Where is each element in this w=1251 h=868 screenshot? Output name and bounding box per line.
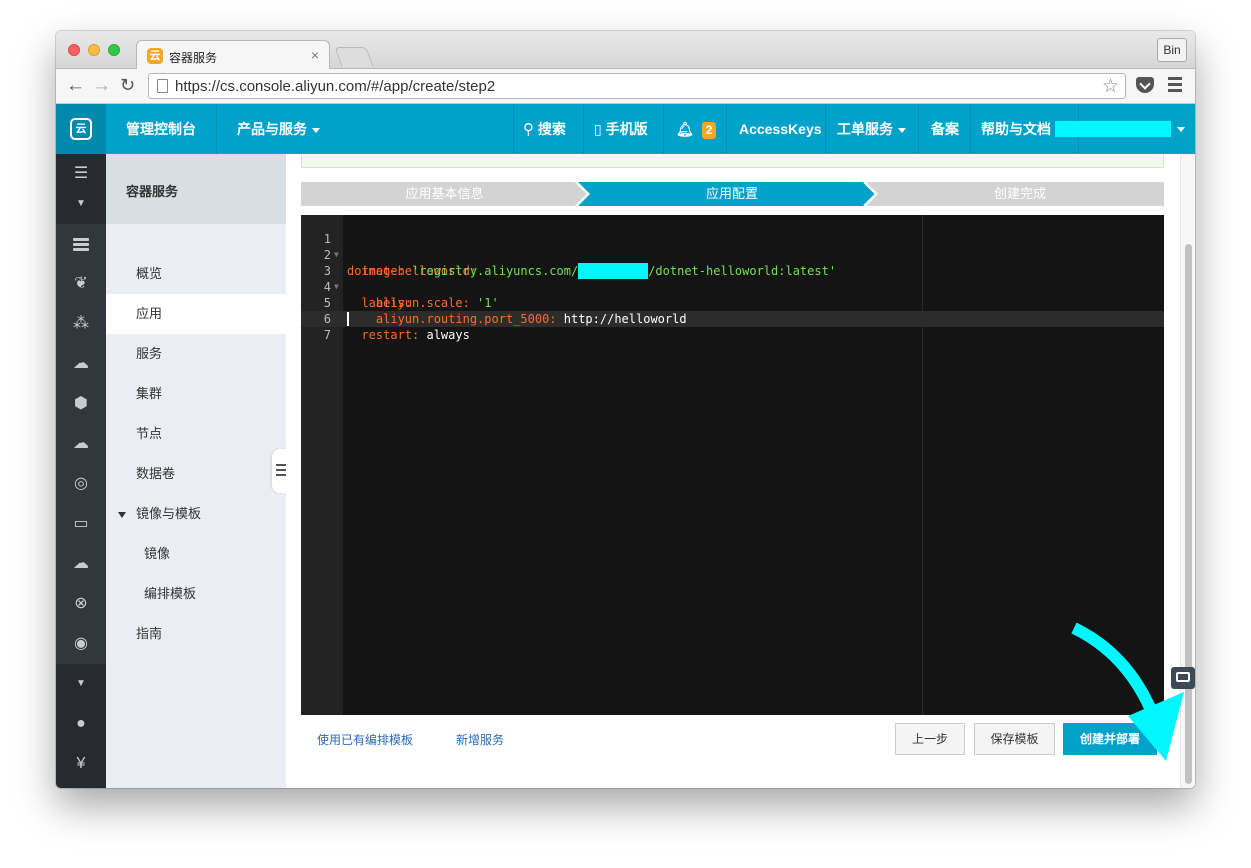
back-arrow-icon[interactable]: ← <box>66 75 85 97</box>
bookmark-star-icon[interactable]: ☆ <box>1102 75 1119 98</box>
step-basic-info: 应用基本信息 <box>405 186 484 201</box>
annotation-arrow-icon <box>1071 622 1184 761</box>
code-line: 7 <box>301 311 1164 342</box>
search-label: 搜索 <box>537 121 566 137</box>
search-link[interactable]: ⚲ 搜索 <box>523 104 566 154</box>
yaml-value: always <box>426 328 470 342</box>
user-chevron-down-icon[interactable] <box>1177 127 1185 132</box>
console-link[interactable]: 管理控制台 <box>126 104 196 154</box>
notification-badge: 2 <box>701 121 717 139</box>
tab-strip: 云 容器服务 × Bin <box>56 31 1195 70</box>
app-header: 云 管理控制台 产品与服务 ⚲ 搜索 ▯ 手机版 🔔︎ 2 AccessKeys … <box>56 104 1195 154</box>
pocket-icon[interactable] <box>1136 77 1154 93</box>
icon-rail: ☰ ▼ ❦ ⁂ ☁ ⬢ ☁ ◎ ▭ ☁ ⊗ ◉ ▼ ● ¥ <box>56 154 106 788</box>
line-number: 7 <box>323 328 331 342</box>
sidebar-item-label: 镜像与模板 <box>136 506 202 521</box>
nodes-icon[interactable]: ⁂ <box>56 304 106 344</box>
maximize-window-button[interactable] <box>108 44 120 56</box>
caret-down-icon <box>118 511 126 518</box>
code-line: 1 ▼ dotnet-helloworld: <box>301 215 1164 278</box>
code-line: 5 aliyun.routing.port_5000: http://hello… <box>301 279 1164 326</box>
user-icon[interactable]: ● <box>56 704 106 744</box>
notifications-button[interactable]: 🔔︎ 2 <box>676 104 717 154</box>
collapse-down-icon[interactable]: ▼ <box>56 664 106 704</box>
sidebar-item-volumes[interactable]: 数据卷 <box>106 454 286 494</box>
prev-step-button[interactable]: 上一步 <box>895 723 965 755</box>
chevron-down-icon <box>898 127 906 133</box>
page-icon <box>157 79 168 93</box>
aliyun-favicon-icon: 云 <box>147 48 163 64</box>
code-line: 6 restart: always <box>301 295 1164 342</box>
code-line: 3 ▼ labels: <box>301 247 1164 310</box>
billing-yen-icon[interactable]: ¥ <box>56 744 106 788</box>
sidebar-item-images[interactable]: 镜像 <box>106 534 286 574</box>
main-content: 应用基本信息 应用配置 创建完成 1 ▼ dotnet-helloworld: … <box>286 154 1195 788</box>
sidebar-item-overview[interactable]: 概览 <box>106 254 286 294</box>
search-icon: ⚲ <box>523 121 534 138</box>
text-cursor <box>347 312 349 326</box>
link-cloud-icon[interactable]: ⊗ <box>56 584 106 624</box>
phone-icon: ▯ <box>594 121 602 137</box>
chevron-down-icon <box>312 127 320 133</box>
aliyun-logo-icon: 云 <box>70 118 92 140</box>
cloud-gear-icon[interactable]: ☁ <box>56 424 106 464</box>
code-line: 2 image: 'registry.aliyuncs.com//dotnet-… <box>301 231 1164 279</box>
magnifier-icon[interactable]: ◎ <box>56 464 106 504</box>
address-bar[interactable]: https://cs.console.aliyun.com/#/app/crea… <box>148 73 1126 99</box>
signal-icon[interactable]: ◉ <box>56 624 106 664</box>
reload-icon[interactable]: ↻ <box>120 75 135 96</box>
sidebar-item-nodes[interactable]: 节点 <box>106 414 286 454</box>
bell-icon: 🔔︎ <box>676 121 694 137</box>
url-text[interactable]: https://cs.console.aliyun.com/#/app/crea… <box>175 78 495 95</box>
tab-title: 容器服务 <box>169 51 218 65</box>
sidebar-item-templates[interactable]: 编排模板 <box>106 574 286 614</box>
add-service-link[interactable]: 新增服务 <box>456 731 504 748</box>
browser-tab[interactable]: 云 容器服务 × <box>136 40 330 70</box>
save-template-button[interactable]: 保存模板 <box>974 723 1055 755</box>
use-existing-template-link[interactable]: 使用已有编排模板 <box>317 731 413 748</box>
sidebar-item-services[interactable]: 服务 <box>106 334 286 374</box>
beian-link[interactable]: 备案 <box>931 104 959 154</box>
browser-toolbar: ← → ↻ https://cs.console.aliyun.com/#/ap… <box>56 69 1195 104</box>
close-window-button[interactable] <box>68 44 80 56</box>
hexagon-icon[interactable]: ⬢ <box>56 384 106 424</box>
notice-banner <box>301 154 1164 168</box>
help-docs-link[interactable]: 帮助与文档 <box>981 104 1051 154</box>
tab-close-icon[interactable]: × <box>311 47 319 63</box>
brain-icon[interactable]: ❦ <box>56 264 106 304</box>
step-complete: 创建完成 <box>993 186 1046 201</box>
browser-menu-icon[interactable] <box>1168 77 1182 95</box>
yaml-key: restart: <box>347 328 427 342</box>
tickets-label: 工单服务 <box>837 121 893 137</box>
server-icon[interactable] <box>56 224 106 264</box>
forward-arrow-icon[interactable]: → <box>92 75 111 97</box>
cloud-upload-icon[interactable]: ☁ <box>56 344 106 384</box>
minimize-window-button[interactable] <box>88 44 100 56</box>
mobile-label: 手机版 <box>605 121 648 137</box>
accesskeys-link[interactable]: AccessKeys <box>739 104 822 154</box>
sub-sidebar: 容器服务 概览 应用 服务 集群 节点 数据卷 镜像与模板 镜像 编排模板 指南 <box>106 154 286 788</box>
mobile-link[interactable]: ▯ 手机版 <box>594 104 648 154</box>
sidebar-item-applications[interactable]: 应用 <box>106 294 286 334</box>
redacted-username[interactable] <box>1055 121 1171 137</box>
sidebar-item-images-templates[interactable]: 镜像与模板 <box>106 494 286 534</box>
sidebar-title: 容器服务 <box>106 154 286 224</box>
collapse-down-icon[interactable]: ▼ <box>56 184 106 224</box>
monitor-icon[interactable]: ▭ <box>56 504 106 544</box>
aliyun-logo[interactable]: 云 <box>56 104 106 154</box>
cloud-outline-icon[interactable]: ☁ <box>56 544 106 584</box>
step-app-config: 应用配置 <box>705 186 758 201</box>
sidebar-item-clusters[interactable]: 集群 <box>106 374 286 414</box>
profile-button[interactable]: Bin <box>1157 38 1187 62</box>
code-line: 4 aliyun.scale: '1' <box>301 263 1164 310</box>
yaml-editor[interactable]: 1 ▼ dotnet-helloworld: 2 image: 'registr… <box>301 215 1164 715</box>
products-menu-label: 产品与服务 <box>237 121 307 137</box>
sidebar-item-guide[interactable]: 指南 <box>106 614 286 654</box>
tickets-menu[interactable]: 工单服务 <box>837 104 906 154</box>
products-menu[interactable]: 产品与服务 <box>237 104 320 154</box>
browser-window: 云 容器服务 × Bin ← → ↻ https://cs.console.al… <box>56 31 1195 788</box>
new-tab-button[interactable] <box>334 47 374 67</box>
